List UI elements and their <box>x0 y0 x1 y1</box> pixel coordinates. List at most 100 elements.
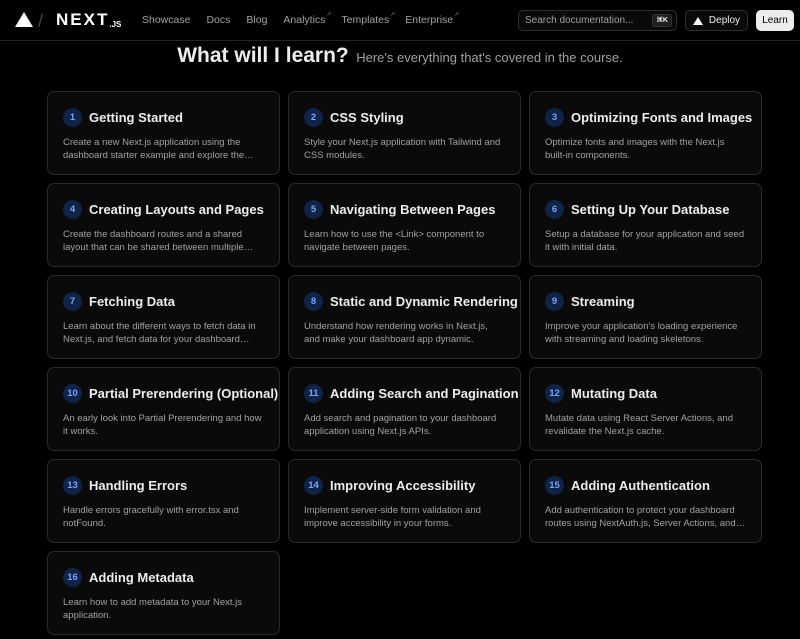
nextjs-logo[interactable]: NEXT.JS <box>56 11 121 32</box>
chapter-card-header: 4 Creating Layouts and Pages <box>63 200 264 219</box>
chapter-card[interactable]: 8 Static and Dynamic Rendering Understand … <box>288 275 521 359</box>
chapter-description: Create a new Next.js application using t… <box>63 137 245 161</box>
search-placeholder: Search documentation... <box>525 15 634 26</box>
chapter-title: Optimizing Fonts and Images <box>571 110 753 125</box>
chapter-card[interactable]: 7 Fetching Data Learn about the different … <box>47 275 280 359</box>
chapter-card[interactable]: 4 Creating Layouts and Pages Create the da… <box>47 183 280 267</box>
chapter-card[interactable]: 3 Optimizing Fonts and Images Optimize fon… <box>529 91 762 175</box>
chapter-description: Learn how to use the <Link> component to… <box>304 229 485 253</box>
chapter-card-header: 3 Optimizing Fonts and Images <box>545 108 752 127</box>
external-link-icon: ↗ <box>390 12 396 18</box>
chapter-card[interactable]: 15 Adding Authentication Add authenticatio… <box>529 459 762 543</box>
chapter-number-badge: 3 <box>545 108 564 127</box>
chapter-description: Style your Next.js application with Tail… <box>304 137 501 161</box>
chapter-title: Creating Layouts and Pages <box>89 202 264 217</box>
page-title: What will I learn? <box>177 44 349 67</box>
chapter-card-header: 7 Fetching Data <box>63 292 264 311</box>
chapter-card[interactable]: 14 Improving Accessibility Implement serve… <box>288 459 521 543</box>
chapter-card-header: 5 Navigating Between Pages <box>304 200 505 219</box>
chapter-number-badge: 14 <box>304 476 323 495</box>
chapter-title: CSS Styling <box>330 110 404 125</box>
chapter-title: Adding Search and Pagination <box>330 386 519 401</box>
nav-link-analytics[interactable]: Analytics ↗ <box>283 12 331 26</box>
chapter-card[interactable]: 16 Adding Metadata Learn how to add metada… <box>47 551 280 635</box>
chapter-description: Optimize fonts and images with the Next.… <box>545 137 725 161</box>
nav-link-templates[interactable]: Templates ↗ <box>341 12 395 26</box>
search-input[interactable]: Search documentation... ⌘K <box>518 10 677 31</box>
chapter-number-badge: 9 <box>545 292 564 311</box>
chapter-card-header: 15 Adding Authentication <box>545 476 746 495</box>
chapter-title: Partial Prerendering (Optional) <box>89 386 279 401</box>
logo-separator: / <box>38 11 44 31</box>
chapter-card[interactable]: 6 Setting Up Your Database Setup a databas… <box>529 183 762 267</box>
chapter-card-header: 16 Adding Metadata <box>63 568 264 587</box>
external-link-icon: ↗ <box>454 12 460 18</box>
chapter-card-header: 11 Adding Search and Pagination <box>304 384 519 403</box>
chapter-title: Adding Metadata <box>89 570 194 585</box>
chapter-description: Learn how to add metadata to your Next.j… <box>63 597 243 621</box>
chapter-card[interactable]: 1 Getting Started Create a new Next.js app… <box>47 91 280 175</box>
chapter-description: Mutate data using React Server Actions, … <box>545 413 733 437</box>
nav-link-showcase[interactable]: Showcase <box>142 14 190 26</box>
chapter-description: Implement server-side form validation an… <box>304 505 481 529</box>
chapter-title: Improving Accessibility <box>330 478 476 493</box>
chapter-title: Streaming <box>571 294 635 309</box>
external-link-icon: ↗ <box>326 12 332 18</box>
chapter-card[interactable]: 13 Handling Errors Handle errors gracefull… <box>47 459 280 543</box>
chapter-grid: 1 Getting Started Create a new Next.js app… <box>47 91 762 635</box>
chapter-number-badge: 6 <box>545 200 564 219</box>
chapter-card-header: 9 Streaming <box>545 292 746 311</box>
chapter-title: Mutating Data <box>571 386 657 401</box>
chapter-card-header: 8 Static and Dynamic Rendering <box>304 292 518 311</box>
chapter-card-header: 6 Setting Up Your Database <box>545 200 746 219</box>
chapter-card-header: 14 Improving Accessibility <box>304 476 505 495</box>
chapter-card[interactable]: 9 Streaming Improve your application's loa… <box>529 275 762 359</box>
chapter-title: Setting Up Your Database <box>571 202 730 217</box>
chapter-title: Getting Started <box>89 110 183 125</box>
chapter-description: Create the dashboard routes and a shared… <box>63 229 244 253</box>
nav-link-enterprise[interactable]: Enterprise ↗ <box>405 12 459 26</box>
chapter-number-badge: 7 <box>63 292 82 311</box>
chapter-card-header: 1 Getting Started <box>63 108 264 127</box>
chapter-number-badge: 2 <box>304 108 323 127</box>
learn-button[interactable]: Learn <box>756 10 794 31</box>
deploy-label: Deploy <box>708 15 741 26</box>
chapter-card-header: 12 Mutating Data <box>545 384 746 403</box>
chapter-description: Setup a database for your application an… <box>545 229 745 253</box>
top-navbar: / NEXT.JS Showcase Docs Blog Analytics ↗ … <box>0 0 800 41</box>
chapter-description: Improve your application's loading exper… <box>545 321 738 345</box>
chapter-card[interactable]: 5 Navigating Between Pages Learn how to us… <box>288 183 521 267</box>
chapter-number-badge: 12 <box>545 384 564 403</box>
vercel-logo-icon[interactable] <box>15 12 33 27</box>
chapter-description: An early look into Partial Prerendering … <box>63 413 262 437</box>
chapter-description: Handle errors gracefully with error.tsx … <box>63 505 239 529</box>
chapter-number-badge: 10 <box>63 384 82 403</box>
vercel-triangle-icon <box>692 16 703 25</box>
deploy-button[interactable]: Deploy <box>685 10 748 31</box>
chapter-title: Handling Errors <box>89 478 188 493</box>
chapter-description: Learn about the different ways to fetch … <box>63 321 256 345</box>
chapter-title: Adding Authentication <box>571 478 710 493</box>
nav-link-docs[interactable]: Docs <box>206 14 230 26</box>
chapter-number-badge: 5 <box>304 200 323 219</box>
chapter-description: Understand how rendering works in Next.j… <box>304 321 488 345</box>
section-heading: What will I learn? Here's everything tha… <box>0 44 800 68</box>
chapter-card-header: 2 CSS Styling <box>304 108 505 127</box>
search-shortcut-badge: ⌘K <box>652 14 672 27</box>
nav-link-blog[interactable]: Blog <box>246 14 267 26</box>
learn-label: Learn <box>762 15 788 26</box>
chapter-title: Navigating Between Pages <box>330 202 496 217</box>
chapter-card-header: 13 Handling Errors <box>63 476 264 495</box>
chapter-card[interactable]: 12 Mutating Data Mutate data using React S… <box>529 367 762 451</box>
chapter-card[interactable]: 11 Adding Search and Pagination Add search… <box>288 367 521 451</box>
nav-links: Showcase Docs Blog Analytics ↗ Templates ↗… <box>142 12 469 26</box>
chapter-number-badge: 1 <box>63 108 82 127</box>
chapter-number-badge: 11 <box>304 384 323 403</box>
chapter-card[interactable]: 2 CSS Styling Style your Next.js applicati… <box>288 91 521 175</box>
chapter-number-badge: 16 <box>63 568 82 587</box>
chapter-card[interactable]: 10 Partial Prerendering (Optional) An earl… <box>47 367 280 451</box>
chapter-number-badge: 8 <box>304 292 323 311</box>
chapter-number-badge: 15 <box>545 476 564 495</box>
chapter-description: Add authentication to protect your dashb… <box>545 505 736 529</box>
page-subtitle: Here's everything that's covered in the … <box>356 50 623 65</box>
